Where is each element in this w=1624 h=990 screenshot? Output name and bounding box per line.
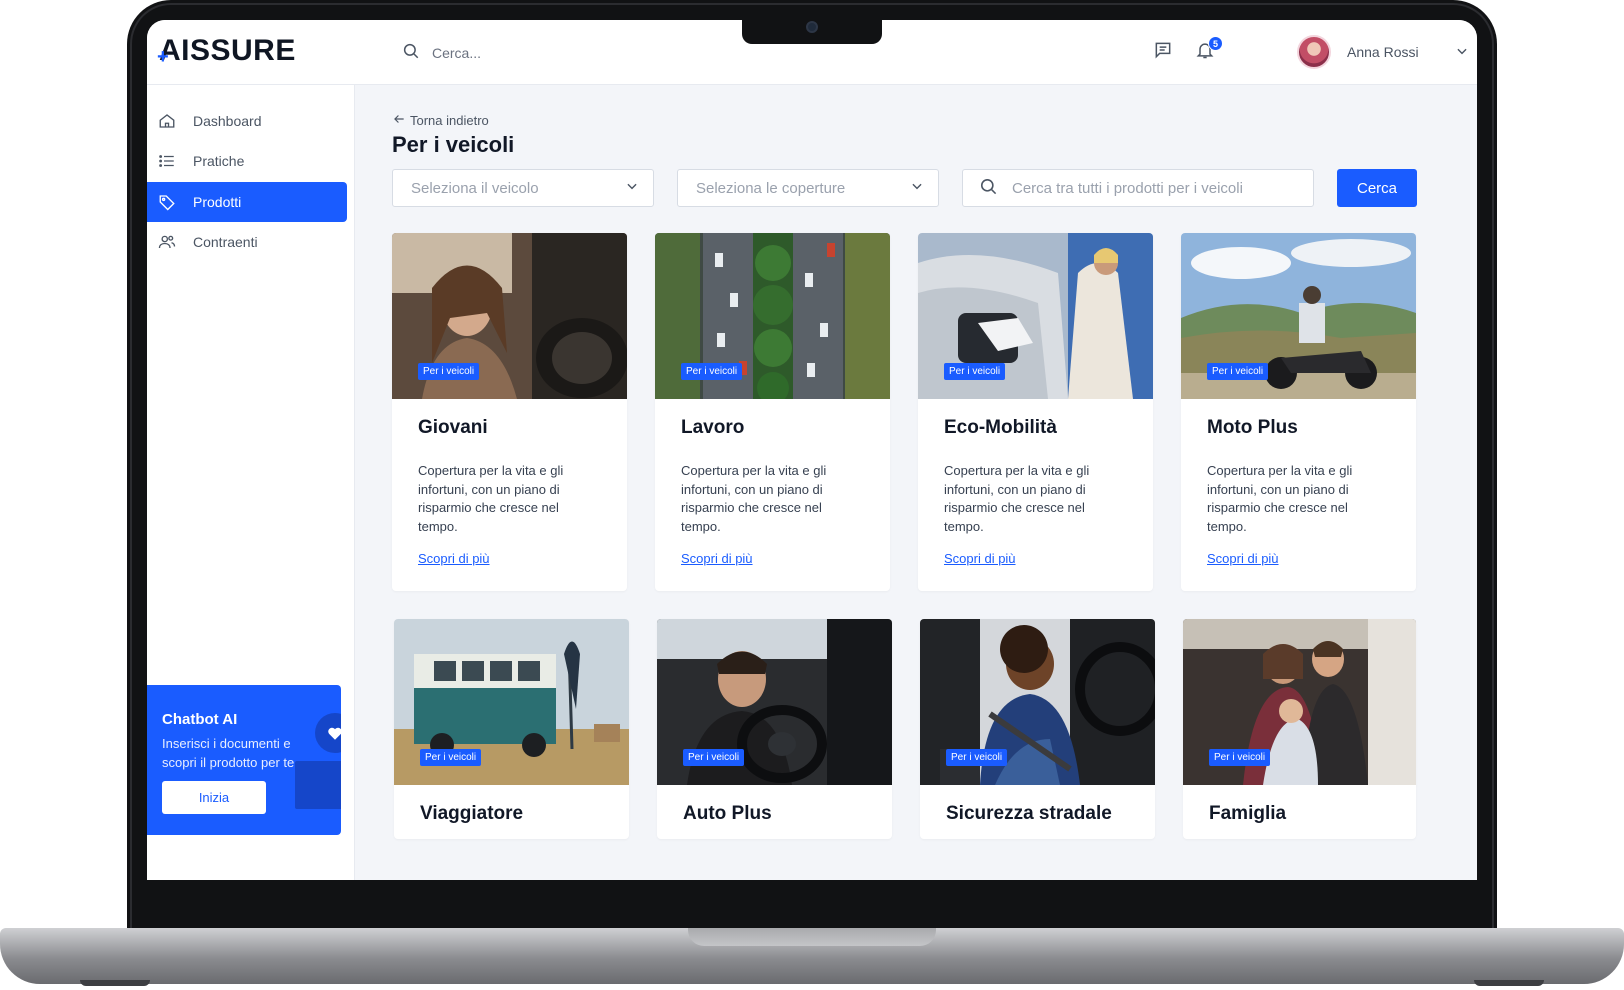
vehicle-select[interactable]: Seleziona il veicolo bbox=[392, 169, 654, 207]
card-description: Copertura per la vita e gli infortuni, c… bbox=[418, 463, 564, 534]
card-tag: Per i veicoli bbox=[946, 749, 1008, 766]
chevron-down-icon[interactable] bbox=[1455, 44, 1469, 63]
tag-icon bbox=[157, 192, 177, 212]
vehicle-select-placeholder: Seleziona il veicolo bbox=[411, 179, 539, 197]
sidebar-item-label: Prodotti bbox=[193, 194, 242, 210]
card-image: Per i veicoli bbox=[920, 619, 1155, 785]
product-card[interactable]: Per i veicoli Famiglia bbox=[1183, 619, 1416, 839]
users-icon bbox=[157, 232, 177, 252]
products-search-placeholder: Cerca tra tutti i prodotti per i veicoli bbox=[1012, 179, 1243, 197]
card-image: Per i veicoli bbox=[392, 233, 627, 399]
home-icon bbox=[157, 111, 177, 131]
sidebar-item-label: Contraenti bbox=[193, 234, 258, 250]
search-icon bbox=[979, 177, 998, 200]
coverage-select[interactable]: Seleziona le coperture bbox=[677, 169, 939, 207]
messages-button[interactable] bbox=[1151, 40, 1175, 64]
card-link[interactable]: Scopri di più bbox=[418, 551, 490, 566]
laptop-foot bbox=[80, 980, 150, 986]
global-search[interactable]: Cerca... bbox=[402, 42, 481, 63]
card-title: Moto Plus bbox=[1207, 417, 1298, 438]
card-tag: Per i veicoli bbox=[683, 749, 745, 766]
logo-mark: + bbox=[157, 46, 170, 68]
card-description: Copertura per la vita e gli infortuni, c… bbox=[681, 463, 827, 534]
card-image: Per i veicoli bbox=[1183, 619, 1416, 785]
search-button[interactable]: Cerca bbox=[1337, 169, 1417, 207]
sidebar-item-pratiche[interactable]: Pratiche bbox=[147, 141, 347, 181]
card-image: Per i veicoli bbox=[1181, 233, 1416, 399]
list-icon bbox=[157, 151, 177, 171]
card-tag: Per i veicoli bbox=[681, 363, 743, 380]
laptop-opening-notch bbox=[688, 928, 936, 946]
global-search-placeholder: Cerca... bbox=[432, 44, 482, 61]
card-tag: Per i veicoli bbox=[418, 363, 480, 380]
card-title: Famiglia bbox=[1209, 803, 1287, 824]
back-link[interactable]: Torna indietro bbox=[392, 112, 489, 129]
product-card[interactable]: Per i veicoli Moto Plus Copertura per la… bbox=[1181, 233, 1416, 591]
card-title: Sicurezza stradale bbox=[946, 803, 1112, 824]
app-logo[interactable]: + AISSURE bbox=[157, 34, 296, 68]
heart-icon bbox=[315, 713, 341, 753]
arrow-left-icon bbox=[392, 112, 406, 129]
product-card[interactable]: Per i veicoli Auto Plus bbox=[657, 619, 892, 839]
card-tag: Per i veicoli bbox=[1207, 363, 1269, 380]
chatbot-start-button[interactable]: Inizia bbox=[162, 781, 266, 814]
card-description: Copertura per la vita e gli infortuni, c… bbox=[944, 463, 1090, 534]
card-link[interactable]: Scopri di più bbox=[944, 551, 1016, 566]
notifications-badge: 5 bbox=[1208, 36, 1223, 51]
card-description: Copertura per la vita e gli infortuni, c… bbox=[1207, 463, 1353, 534]
laptop-foot bbox=[1474, 980, 1544, 986]
card-title: Viaggiatore bbox=[420, 803, 524, 824]
card-title: Giovani bbox=[418, 417, 488, 438]
card-image: Per i veicoli bbox=[394, 619, 629, 785]
card-title: Eco-Mobilità bbox=[944, 417, 1057, 438]
chatbot-description: Inserisci i documenti e scopri il prodot… bbox=[162, 736, 295, 770]
search-icon bbox=[402, 42, 420, 63]
card-image: Per i veicoli bbox=[657, 619, 892, 785]
product-card[interactable]: Per i veicoli Lavoro Copertura per la vi… bbox=[655, 233, 890, 591]
page-title: Per i veicoli bbox=[392, 132, 515, 157]
user-name[interactable]: Anna Rossi bbox=[1347, 44, 1419, 60]
product-card[interactable]: Per i veicoli Sicurezza stradale bbox=[920, 619, 1155, 839]
sidebar-item-contraenti[interactable]: Contraenti bbox=[147, 222, 347, 262]
sidebar-item-label: Dashboard bbox=[193, 113, 262, 129]
card-link[interactable]: Scopri di più bbox=[681, 551, 753, 566]
card-image: Per i veicoli bbox=[918, 233, 1153, 399]
chatbot-title: Chatbot AI bbox=[162, 711, 238, 728]
card-tag: Per i veicoli bbox=[944, 363, 1006, 380]
chevron-down-icon bbox=[625, 179, 639, 197]
card-image: Per i veicoli bbox=[655, 233, 890, 399]
product-card[interactable]: Per i veicoli Viaggiatore bbox=[394, 619, 629, 839]
coverage-select-placeholder: Seleziona le coperture bbox=[696, 179, 846, 197]
products-search-input[interactable]: Cerca tra tutti i prodotti per i veicoli bbox=[962, 169, 1314, 207]
chatbot-promo: Chatbot AI Inserisci i documenti e scopr… bbox=[147, 685, 341, 835]
product-card[interactable]: Per i veicoli Eco-Mobilità Copertura per… bbox=[918, 233, 1153, 591]
chevron-down-icon bbox=[910, 179, 924, 197]
avatar[interactable] bbox=[1297, 35, 1331, 69]
app-screen: + AISSURE Cerca... 5 Anna Rossi Dashboar… bbox=[147, 20, 1477, 880]
back-link-label: Torna indietro bbox=[410, 113, 489, 128]
product-card[interactable]: Per i veicoli Giovani Copertura per la v… bbox=[392, 233, 627, 591]
sidebar-item-dashboard[interactable]: Dashboard bbox=[147, 101, 347, 141]
card-tag: Per i veicoli bbox=[420, 749, 482, 766]
sidebar-item-prodotti[interactable]: Prodotti bbox=[147, 182, 347, 222]
logo-text: AISSURE bbox=[159, 34, 296, 67]
chat-icon bbox=[1153, 40, 1173, 65]
sidebar: Dashboard Pratiche Prodotti Contraenti C… bbox=[147, 85, 355, 880]
card-tag: Per i veicoli bbox=[1209, 749, 1271, 766]
camera-icon bbox=[806, 21, 818, 33]
card-link[interactable]: Scopri di più bbox=[1207, 551, 1279, 566]
card-title: Auto Plus bbox=[683, 803, 772, 824]
card-title: Lavoro bbox=[681, 417, 745, 438]
notifications-button[interactable]: 5 bbox=[1193, 36, 1223, 64]
sidebar-item-label: Pratiche bbox=[193, 153, 245, 169]
